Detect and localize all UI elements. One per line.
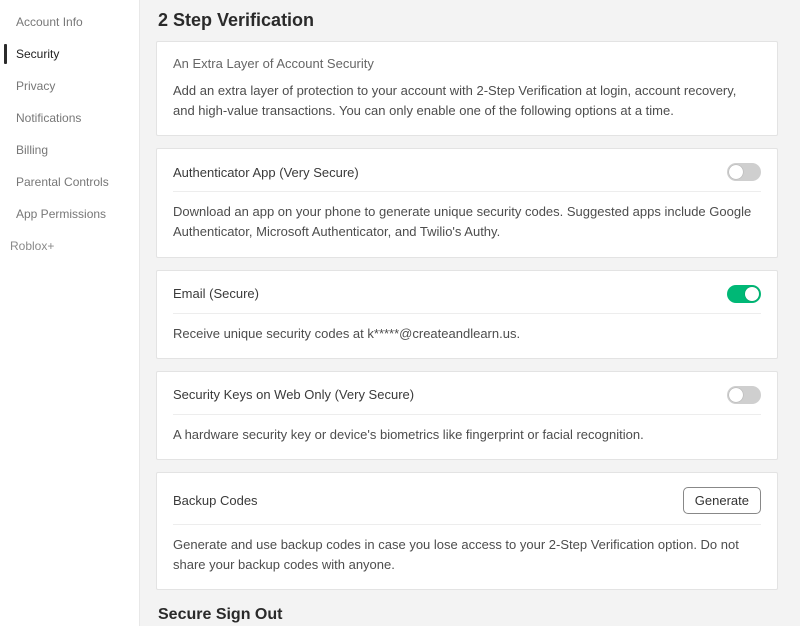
generate-button[interactable]: Generate [683, 487, 761, 514]
intro-card: An Extra Layer of Account Security Add a… [156, 41, 778, 136]
sidebar-item-parental-controls[interactable]: Parental Controls [0, 166, 139, 198]
email-toggle[interactable] [727, 285, 761, 303]
security-keys-desc: A hardware security key or device's biom… [173, 425, 761, 445]
main-content: 2 Step Verification An Extra Layer of Ac… [140, 0, 800, 626]
backup-codes-card: Backup Codes Generate Generate and use b… [156, 472, 778, 590]
intro-subtitle: An Extra Layer of Account Security [173, 56, 761, 71]
email-card: Email (Secure) Receive unique security c… [156, 270, 778, 359]
sidebar-item-app-permissions[interactable]: App Permissions [0, 198, 139, 230]
intro-desc: Add an extra layer of protection to your… [173, 81, 761, 121]
sidebar-item-notifications[interactable]: Notifications [0, 102, 139, 134]
settings-sidebar: Account Info Security Privacy Notificati… [0, 0, 140, 626]
backup-codes-title: Backup Codes [173, 493, 258, 508]
security-keys-card: Security Keys on Web Only (Very Secure) … [156, 371, 778, 460]
sidebar-item-roblox-plus[interactable]: Roblox+ [0, 230, 139, 262]
email-title: Email (Secure) [173, 286, 259, 301]
two-step-heading: 2 Step Verification [158, 10, 778, 31]
email-desc: Receive unique security codes at k*****@… [173, 324, 761, 344]
sidebar-item-privacy[interactable]: Privacy [0, 70, 139, 102]
security-keys-title: Security Keys on Web Only (Very Secure) [173, 387, 414, 402]
security-keys-toggle[interactable] [727, 386, 761, 404]
secure-signout-heading: Secure Sign Out [158, 606, 778, 624]
authenticator-card: Authenticator App (Very Secure) Download… [156, 148, 778, 257]
sidebar-item-security[interactable]: Security [0, 38, 139, 70]
backup-codes-desc: Generate and use backup codes in case yo… [173, 535, 761, 575]
sidebar-item-billing[interactable]: Billing [0, 134, 139, 166]
authenticator-toggle[interactable] [727, 163, 761, 181]
authenticator-desc: Download an app on your phone to generat… [173, 202, 761, 242]
authenticator-title: Authenticator App (Very Secure) [173, 165, 359, 180]
sidebar-item-account-info[interactable]: Account Info [0, 6, 139, 38]
